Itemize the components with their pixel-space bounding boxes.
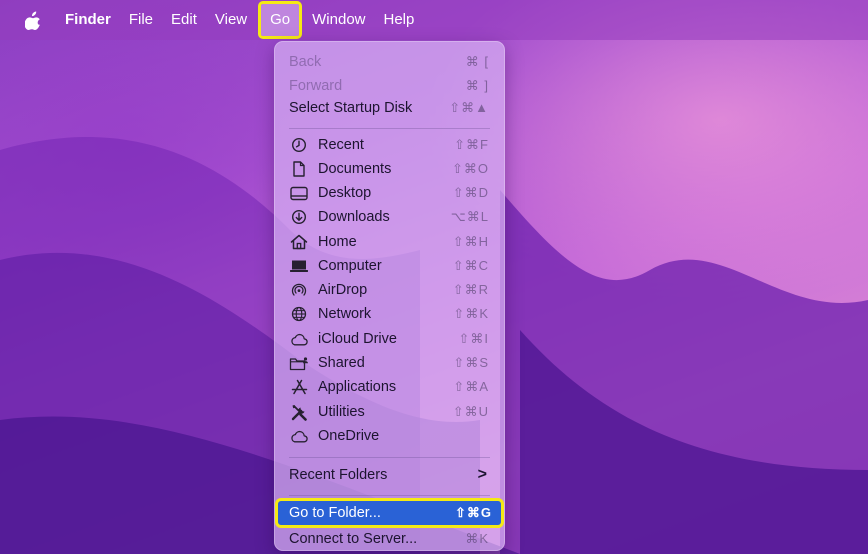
menu-finder[interactable]: Finder — [56, 0, 120, 40]
menu-item-label: iCloud Drive — [318, 331, 397, 347]
menu-item-label: Documents — [318, 161, 392, 177]
menu-view[interactable]: View — [206, 0, 256, 40]
apple-menu[interactable] — [24, 0, 56, 40]
applications-icon — [288, 378, 310, 396]
menu-item-label: Computer — [318, 258, 382, 274]
shortcut-label: ⇧⌘A — [453, 379, 489, 394]
menu-item-desktop[interactable]: Desktop ⇧⌘D — [280, 181, 499, 205]
menu-file[interactable]: File — [120, 0, 162, 40]
shortcut-label: ⌥⌘L — [450, 209, 489, 224]
menu-item-label: OneDrive — [318, 428, 380, 444]
download-icon — [288, 208, 310, 226]
airdrop-icon — [288, 281, 310, 299]
menu-item-icloud-drive[interactable]: iCloud Drive ⇧⌘I — [280, 327, 499, 351]
menu-bar: Finder File Edit View Go Window Help — [0, 0, 868, 40]
menu-item-label: Utilities — [318, 404, 365, 420]
shortcut-label: ⇧⌘H — [452, 234, 489, 249]
menu-item-utilities[interactable]: Utilities ⇧⌘U — [280, 400, 499, 424]
menu-item-forward[interactable]: Forward ⌘ ] — [280, 74, 499, 98]
menu-item-onedrive[interactable]: OneDrive — [280, 424, 499, 448]
shared-folder-icon — [288, 354, 310, 372]
menu-item-label: Connect to Server... — [289, 531, 418, 547]
menu-window[interactable]: Window — [303, 0, 374, 40]
shortcut-label: ⇧⌘U — [452, 404, 489, 419]
shortcut-label: ⇧⌘D — [452, 185, 489, 200]
menu-item-label: Applications — [318, 379, 397, 395]
menu-separator — [289, 457, 490, 458]
menu-item-go-to-folder[interactable]: Go to Folder... ⇧⌘G — [275, 498, 504, 528]
shortcut-label: ⇧⌘K — [453, 306, 489, 321]
shortcut-label: ⌘ ] — [465, 78, 489, 93]
menu-item-label: Back — [289, 54, 322, 70]
menu-item-connect-to-server[interactable]: Connect to Server... ⌘K — [280, 527, 499, 551]
menu-item-label: AirDrop — [318, 282, 368, 298]
globe-icon — [288, 305, 310, 323]
shortcut-label: ⇧⌘O — [451, 161, 489, 176]
go-menu-dropdown: Back ⌘ [ Forward ⌘ ] Select Startup Disk… — [274, 41, 505, 551]
menu-separator — [289, 495, 490, 496]
menu-item-label: Network — [318, 306, 372, 322]
menu-item-back[interactable]: Back ⌘ [ — [280, 50, 499, 74]
menu-item-applications[interactable]: Applications ⇧⌘A — [280, 375, 499, 399]
menu-item-label: Select Startup Disk — [289, 100, 413, 116]
clock-icon — [288, 136, 310, 154]
shortcut-label: ⇧⌘S — [453, 355, 489, 370]
menu-item-label: Recent Folders — [289, 467, 388, 483]
utilities-icon — [288, 403, 310, 421]
menu-item-downloads[interactable]: Downloads ⌥⌘L — [280, 205, 499, 229]
menu-item-label: Shared — [318, 355, 365, 371]
menu-item-select-startup-disk[interactable]: Select Startup Disk ⇧⌘▲ — [280, 96, 499, 120]
menu-go[interactable]: Go — [258, 1, 303, 39]
shortcut-label: ⇧⌘▲ — [449, 100, 489, 115]
shortcut-label: ⇧⌘I — [458, 331, 489, 346]
menu-edit[interactable]: Edit — [162, 0, 206, 40]
home-icon — [288, 233, 310, 251]
menu-item-computer[interactable]: Computer ⇧⌘C — [280, 254, 499, 278]
cloud-icon — [288, 330, 310, 348]
shortcut-label: ⇧⌘G — [454, 505, 492, 520]
desktop-icon — [288, 184, 310, 202]
apple-logo-icon — [25, 11, 41, 30]
menu-item-recent[interactable]: Recent ⇧⌘F — [280, 133, 499, 157]
menu-item-label: Downloads — [318, 209, 390, 225]
menu-item-shared[interactable]: Shared ⇧⌘S — [280, 351, 499, 375]
menu-item-recent-folders[interactable]: Recent Folders > — [280, 463, 499, 487]
menu-help[interactable]: Help — [375, 0, 424, 40]
shortcut-label: ⇧⌘F — [454, 137, 489, 152]
cloud-icon — [288, 427, 310, 445]
chevron-right-icon: > — [477, 466, 487, 483]
menu-item-network[interactable]: Network ⇧⌘K — [280, 302, 499, 326]
menu-separator — [289, 128, 490, 129]
shortcut-label: ⇧⌘C — [452, 258, 489, 273]
shortcut-label: ⌘K — [465, 531, 489, 546]
shortcut-label: ⌘ [ — [465, 54, 489, 69]
shortcut-label: ⇧⌘R — [452, 282, 489, 297]
menu-item-label: Forward — [289, 78, 343, 94]
menu-item-label: Go to Folder... — [289, 505, 381, 521]
document-icon — [288, 160, 310, 178]
menu-item-label: Recent — [318, 137, 364, 153]
laptop-icon — [288, 257, 310, 275]
menu-item-home[interactable]: Home ⇧⌘H — [280, 230, 499, 254]
menu-item-label: Desktop — [318, 185, 372, 201]
menu-item-documents[interactable]: Documents ⇧⌘O — [280, 157, 499, 181]
menu-item-airdrop[interactable]: AirDrop ⇧⌘R — [280, 278, 499, 302]
menu-item-label: Home — [318, 234, 357, 250]
